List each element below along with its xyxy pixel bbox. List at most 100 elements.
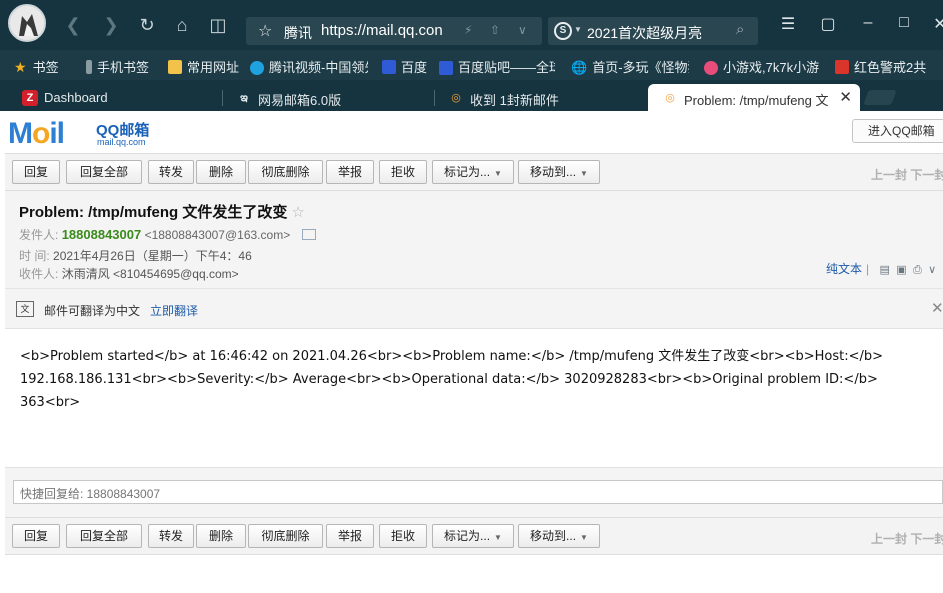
bookmark-item[interactable]: 红色警戒2共 xyxy=(835,57,926,76)
baidu-icon xyxy=(382,60,396,74)
qq-mail-icon: ◎ xyxy=(451,92,461,104)
bookmark-item[interactable]: 手机书签 xyxy=(86,57,149,76)
reply-all-button[interactable]: 回复全部 xyxy=(66,524,142,548)
note-icon[interactable]: ▤ xyxy=(879,264,889,276)
recipient-line: 收件人: 沐雨清风 <810454695@qq.com> xyxy=(19,267,239,281)
tieba-icon xyxy=(439,61,453,75)
browser-window: ❮ ❯ ↻ ⌂ ◫ ☆ 腾讯 https://mail.qq.con ⚡ ⇧ ∨… xyxy=(0,0,943,593)
more-chevron-icon[interactable]: ∨ xyxy=(928,264,936,276)
bookmark-item[interactable]: 🌐首页-多玩《怪物猎 xyxy=(571,57,689,76)
reply-button[interactable]: 回复 xyxy=(12,524,60,548)
bookmark-item[interactable]: 百度贴吧——全球 xyxy=(439,57,555,76)
mark-as-dropdown[interactable]: 标记为... ▼ xyxy=(432,524,514,548)
reader-mode-icon[interactable]: ◫ xyxy=(207,14,229,36)
tab-new-mail[interactable]: ◎ 收到 1封新邮件 xyxy=(434,84,647,111)
search-text[interactable]: 2021首次超级月亮 xyxy=(587,23,702,43)
translate-bar: 文 邮件可翻译为中文 立即翻译 ✕ xyxy=(5,288,943,329)
tab-problem-mail[interactable]: ◎ Problem: /tmp/mufeng 文 ✕ xyxy=(648,84,860,111)
search-icon[interactable]: ⌕ xyxy=(736,21,744,38)
qq-mail-logo[interactable]: Moil xyxy=(8,117,65,151)
engine-dropdown-icon[interactable]: ▼ xyxy=(574,25,582,34)
quick-reply-area xyxy=(5,467,943,517)
chevron-down-icon[interactable]: ∨ xyxy=(518,23,527,37)
close-window-icon[interactable]: ✕ xyxy=(928,14,943,34)
forward-icon[interactable]: ❯ xyxy=(100,14,122,36)
print-preview-icon[interactable]: ▣ xyxy=(896,264,906,276)
reply-button[interactable]: 回复 xyxy=(12,160,60,184)
report-button[interactable]: 举报 xyxy=(326,524,374,548)
prev-next-nav[interactable]: 上一封 下一封 xyxy=(871,166,943,183)
home-icon[interactable]: ⌂ xyxy=(171,14,193,36)
refresh-icon[interactable]: ↻ xyxy=(136,14,158,36)
reject-button[interactable]: 拒收 xyxy=(379,160,427,184)
bookmark-item[interactable]: ★ 书签 xyxy=(14,57,59,76)
dropdown-arrow-icon: ▼ xyxy=(580,169,588,178)
delete-forever-button[interactable]: 彻底删除 xyxy=(248,160,323,184)
mail-body: <b>Problem started</b> at 16:46:42 on 20… xyxy=(20,349,884,410)
quick-reply-input[interactable] xyxy=(13,480,943,504)
delete-button[interactable]: 删除 xyxy=(196,524,246,548)
search-box[interactable]: S ▼ 2021首次超级月亮 ⌕ xyxy=(548,17,758,45)
red-alert-icon xyxy=(835,60,849,74)
skin-icon[interactable]: ▢ xyxy=(816,14,840,34)
mail-time: 2021年4月26日（星期一）下午4：46 xyxy=(53,249,252,263)
time-line: 时 间: 2021年4月26日（星期一）下午4：46 xyxy=(19,249,252,263)
user-avatar[interactable] xyxy=(8,4,46,42)
bookmark-item[interactable]: 百度 xyxy=(382,57,427,76)
plain-text-link[interactable]: 纯文本 xyxy=(826,262,862,276)
mail-toolbar-top: 回复 回复全部 转发 删除 彻底删除 举报 拒收 标记为... ▼ 移动到... ▼… xyxy=(5,153,943,191)
bookmark-item[interactable]: 腾讯视频-中国领先 xyxy=(250,57,368,76)
folder-icon xyxy=(168,60,182,74)
translate-icon: 文 xyxy=(16,301,34,317)
printer-icon[interactable]: ⎙ xyxy=(913,264,922,276)
contact-card-icon[interactable] xyxy=(301,229,316,240)
tab-163-mail[interactable]: ఇ 网易邮箱6.0版 xyxy=(222,84,435,111)
forward-button[interactable]: 转发 xyxy=(148,524,194,548)
lightning-icon[interactable]: ⚡ xyxy=(464,23,472,37)
site-name: 腾讯 xyxy=(284,25,312,41)
reply-all-button[interactable]: 回复全部 xyxy=(66,160,142,184)
delete-forever-button[interactable]: 彻底删除 xyxy=(248,524,323,548)
report-button[interactable]: 举报 xyxy=(326,160,374,184)
mail-toolbar-bottom: 回复 回复全部 转发 删除 彻底删除 举报 拒收 标记为... ▼ 移动到... ▼… xyxy=(5,517,943,555)
forward-button[interactable]: 转发 xyxy=(148,160,194,184)
recipient: 沐雨清风 <810454695@qq.com> xyxy=(61,267,239,281)
translate-now-link[interactable]: 立即翻译 xyxy=(150,302,198,319)
star-icon[interactable]: ☆ xyxy=(291,204,304,221)
address-bar[interactable]: ☆ 腾讯 https://mail.qq.con ⚡ ⇧ ∨ xyxy=(246,17,542,45)
translate-hint: 邮件可翻译为中文 xyxy=(44,304,141,318)
sender-line: 发件人: 18808843007 <18808843007@163.com> xyxy=(19,226,316,243)
logo-domain: mail.qq.com xyxy=(97,137,146,147)
prev-next-nav[interactable]: 上一封 下一封 xyxy=(871,530,943,547)
close-tab-icon[interactable]: ✕ xyxy=(839,88,852,106)
enter-qq-mail-button[interactable]: 进入QQ邮箱 xyxy=(852,119,943,143)
move-to-dropdown[interactable]: 移动到... ▼ xyxy=(518,160,600,184)
bookmark-item[interactable]: 小游戏,7k7k小游戏 xyxy=(704,57,819,76)
sender-email: <18808843007@163.com> xyxy=(144,228,291,242)
back-icon[interactable]: ❮ xyxy=(62,14,84,36)
7k7k-icon xyxy=(704,61,718,75)
search-engine-icon[interactable]: S xyxy=(554,22,572,40)
delete-button[interactable]: 删除 xyxy=(196,160,246,184)
bookmark-item[interactable]: 常用网址 xyxy=(168,57,239,76)
share-icon[interactable]: ⇧ xyxy=(490,23,500,37)
minimize-icon[interactable]: – xyxy=(856,14,880,32)
tencent-video-icon xyxy=(250,61,264,75)
star-icon: ★ xyxy=(14,59,27,75)
tab-dashboard[interactable]: Z Dashboard xyxy=(8,84,223,111)
sender-name[interactable]: 18808843007 xyxy=(62,227,142,242)
url-text[interactable]: https://mail.qq.con xyxy=(321,22,451,39)
tab-strip: Z Dashboard ఇ 网易邮箱6.0版 ◎ 收到 1封新邮件 ◎ Prob… xyxy=(0,80,943,111)
mark-as-dropdown[interactable]: 标记为... ▼ xyxy=(432,160,514,184)
mail-header: Problem: /tmp/mufeng 文件发生了改变 ☆ 发件人: 18808… xyxy=(5,191,943,288)
dropdown-arrow-icon: ▼ xyxy=(494,533,502,542)
maximize-icon[interactable]: □ xyxy=(892,14,916,32)
new-tab-button[interactable] xyxy=(863,90,897,105)
move-to-dropdown[interactable]: 移动到... ▼ xyxy=(518,524,600,548)
menu-icon[interactable]: ☰ xyxy=(776,14,800,34)
view-options: 纯文本 | ▤ ▣ ⎙ ∨ xyxy=(826,262,937,276)
reject-button[interactable]: 拒收 xyxy=(379,524,427,548)
close-icon[interactable]: ✕ xyxy=(931,299,943,317)
mail-subject: Problem: /tmp/mufeng 文件发生了改变 ☆ xyxy=(19,204,305,221)
bookmark-star-icon[interactable]: ☆ xyxy=(258,21,272,41)
